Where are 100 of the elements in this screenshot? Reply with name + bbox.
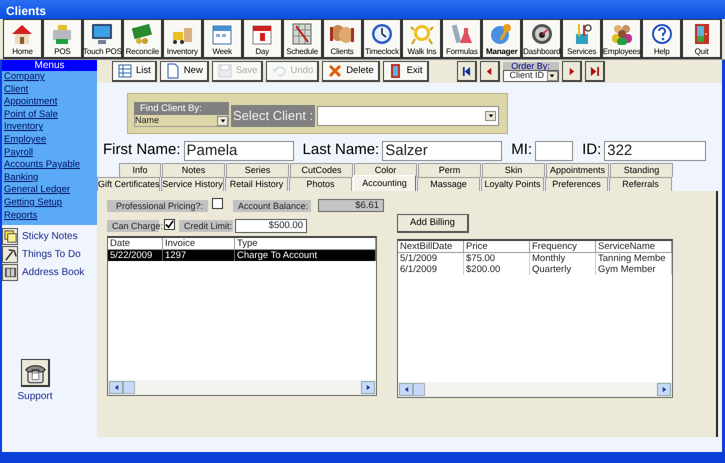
toolbar-button[interactable]: Reconcile	[122, 19, 163, 59]
checkbox[interactable]	[212, 198, 223, 209]
window-title: Clients	[0, 0, 725, 19]
toolbar-button[interactable]: Clients	[322, 19, 362, 59]
tab[interactable]: CutCodes	[290, 163, 353, 177]
support-link[interactable]: Support	[17, 389, 53, 404]
menu-link[interactable]: Client	[2, 84, 97, 96]
toolbar-button[interactable]: Formulas	[442, 19, 482, 59]
find-by-dropdown[interactable]: Name	[134, 115, 229, 127]
column-header[interactable]: Price	[464, 241, 530, 253]
scroll-right-icon[interactable]	[660, 386, 668, 393]
input-field[interactable]: 322	[604, 140, 706, 160]
tab[interactable]: Skin	[482, 163, 545, 177]
field-label: ID:	[582, 140, 602, 160]
previous-record-button[interactable]	[480, 61, 500, 82]
first-icon[interactable]	[462, 66, 470, 76]
tab[interactable]: Massage	[417, 177, 480, 191]
toolbar-button[interactable]: Services	[562, 19, 602, 59]
column-header[interactable]: ServiceName	[596, 241, 672, 253]
tab[interactable]: Accounting	[353, 175, 416, 191]
scrollbar-thumb[interactable]	[413, 383, 425, 396]
scrollbar[interactable]	[398, 382, 672, 397]
column-header[interactable]: NextBillDate	[398, 241, 464, 253]
next-icon[interactable]	[566, 66, 576, 76]
order-by-label: Order By:	[502, 62, 558, 70]
tab[interactable]: Standing	[610, 163, 673, 177]
scrollbar[interactable]	[108, 380, 376, 395]
table-row[interactable]: 6/1/2009 $200.00 Quarterly Gym Member	[398, 264, 672, 275]
input-field[interactable]: Salzer	[382, 140, 502, 160]
toolbar-button[interactable]: Schedule	[282, 19, 323, 59]
scroll-right-icon[interactable]	[364, 384, 372, 391]
tab[interactable]: Referrals	[609, 177, 672, 191]
toolbar-button[interactable]: Manager	[482, 19, 522, 59]
shortcut-link[interactable]: Sticky Notes	[22, 229, 78, 244]
toolbar-button[interactable]: Help	[642, 19, 682, 59]
field-label: Professional Pricing?:	[107, 200, 208, 212]
menu-link[interactable]: Payroll	[2, 146, 97, 160]
save-icon	[216, 63, 233, 79]
order-by-dropdown[interactable]: Client ID	[502, 70, 558, 82]
menu-link[interactable]: Banking	[2, 172, 97, 184]
input-field[interactable]: Pamela	[184, 140, 294, 160]
menu-link[interactable]: Getting Setup	[2, 196, 97, 210]
scrollbar-thumb[interactable]	[123, 381, 135, 394]
field-label: Account Balance:	[233, 200, 311, 212]
client-dropdown[interactable]	[317, 106, 500, 126]
toolbar-button[interactable]: Inventory	[162, 19, 203, 59]
next-record-button[interactable]	[562, 61, 582, 82]
tab[interactable]: Appointments	[546, 163, 609, 177]
toolbar-button[interactable]: Quit	[682, 19, 722, 59]
tab[interactable]: Retail History	[225, 177, 288, 191]
tab[interactable]: Preferences	[545, 177, 608, 191]
menu-link[interactable]: Reports	[2, 210, 97, 222]
menu-link[interactable]: Point of Sale	[2, 108, 97, 122]
input-field[interactable]	[535, 140, 574, 160]
toolbar-button[interactable]: Week	[202, 19, 243, 59]
note-icon[interactable]	[3, 229, 18, 244]
toolbar-button[interactable]: Timeclock	[362, 19, 402, 59]
tab[interactable]: Photos	[289, 177, 352, 191]
scroll-left-icon[interactable]	[402, 386, 410, 393]
shortcut-link[interactable]: Address Book	[22, 265, 84, 280]
delete-icon	[327, 63, 344, 79]
first-record-button[interactable]	[456, 61, 476, 82]
menu-link[interactable]: General Ledger	[2, 184, 97, 197]
table-row[interactable]: 5/1/2009 $75.00 Monthly Tanning Membe	[398, 253, 672, 264]
menu-link[interactable]: Accounts Payable	[2, 159, 97, 172]
document-icon	[164, 63, 181, 79]
checkbox[interactable]	[164, 218, 175, 230]
toolbar-button[interactable]: Exit	[382, 61, 428, 82]
last-icon[interactable]	[590, 66, 598, 76]
toolbar-button[interactable]: Walk Ins	[402, 19, 442, 59]
menu-link[interactable]: Inventory	[2, 121, 97, 134]
toolbar-button[interactable]: Dashboard	[522, 19, 562, 59]
find-by-label: Find Client By:	[134, 102, 229, 115]
toolbar-button[interactable]: Delete	[322, 61, 380, 82]
toolbar-button[interactable]: POS	[42, 19, 83, 59]
menu-link[interactable]: Employee	[2, 134, 97, 147]
shortcut-link[interactable]: Things To Do	[22, 247, 81, 262]
select-client-label: Select Client :	[231, 105, 316, 127]
table-row[interactable]: 5/22/2009 1297 Charge To Account	[108, 250, 376, 261]
tab[interactable]: Perm	[418, 163, 481, 177]
tab[interactable]: Notes	[162, 163, 225, 177]
scroll-left-icon[interactable]	[112, 384, 120, 391]
menu-link[interactable]: Company	[2, 71, 97, 84]
tab[interactable]: Service History	[161, 177, 224, 191]
add-billing-button[interactable]: Add Billing	[397, 214, 469, 233]
dropdown-arrow-icon	[488, 113, 494, 119]
toolbar-button[interactable]: List	[112, 61, 157, 82]
tab[interactable]: Loyalty Points	[481, 177, 544, 191]
hammer-icon[interactable]	[3, 247, 18, 262]
toolbar-button[interactable]: Day	[242, 19, 283, 59]
input-field[interactable]: $500.00	[235, 219, 307, 233]
menu-link[interactable]: Appointment	[2, 96, 97, 109]
previous-icon[interactable]	[484, 66, 494, 76]
column-header[interactable]: Frequency	[530, 241, 596, 253]
tab[interactable]: Gift Certificates	[97, 177, 160, 191]
last-record-button[interactable]	[584, 61, 604, 82]
toolbar-button[interactable]: Home	[3, 19, 43, 59]
tab[interactable]: Series	[226, 163, 289, 177]
toolbar-button[interactable]: New	[160, 61, 209, 82]
tab[interactable]: Info	[119, 163, 161, 177]
